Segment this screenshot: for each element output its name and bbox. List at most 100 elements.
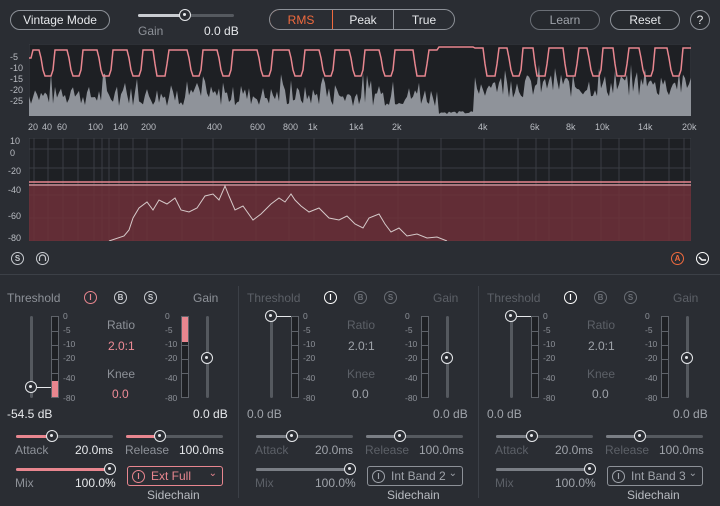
chevron-down-icon: ⌄ [688, 468, 697, 479]
attack-knob[interactable] [526, 430, 538, 442]
learn-button[interactable]: Learn [530, 10, 600, 30]
mode-peak-button[interactable]: Peak [333, 10, 394, 29]
attack-slider[interactable] [496, 430, 593, 442]
mix-knob[interactable] [584, 463, 596, 475]
knee-value[interactable]: 0.0 [592, 387, 609, 401]
band-bypass-icon[interactable]: B [594, 291, 607, 304]
threshold-number: 0.0 [247, 407, 264, 421]
band-gain-knob[interactable] [201, 352, 213, 364]
release-slider[interactable] [606, 430, 703, 442]
band-enable-icon[interactable]: I [324, 291, 337, 304]
attack-slider[interactable] [16, 430, 113, 442]
detection-mode-selector[interactable]: RMS Peak True [269, 9, 455, 30]
meter-scale-tick: -20 [63, 353, 76, 363]
threshold-knob[interactable] [505, 310, 517, 322]
ratio-value[interactable]: 2.0:1 [108, 339, 135, 353]
band-bypass-icon[interactable]: B [114, 291, 127, 304]
release-knob[interactable] [634, 430, 646, 442]
level-tick: -20 [10, 85, 24, 95]
freq-tick: 1k4 [349, 122, 364, 132]
mix-value: 100.0% [75, 476, 116, 490]
gain-slider-fill [138, 14, 185, 17]
curve-mode-icon[interactable] [696, 252, 709, 265]
mix-knob[interactable] [344, 463, 356, 475]
meter-scale-tick: -10 [63, 339, 76, 349]
meter-scale-tick: -20 [405, 353, 418, 363]
auto-listen-icon[interactable]: A [671, 252, 684, 265]
attack-number: 20.0 [555, 443, 579, 457]
knee-value[interactable]: 0.0 [352, 387, 369, 401]
band-bypass-icon[interactable]: B [354, 291, 367, 304]
band-gain-value: 0.0 dB [433, 407, 468, 421]
gain-label: Gain [433, 291, 459, 305]
attack-knob[interactable] [46, 430, 58, 442]
freq-tick: 800 [283, 122, 299, 132]
reset-button[interactable]: Reset [610, 10, 680, 30]
db-tick: -40 [8, 185, 22, 195]
ratio-label: Ratio [587, 318, 616, 332]
attack-value: 20.0ms [315, 443, 353, 457]
release-label: Release [365, 443, 410, 457]
meter-scale-tick: -40 [405, 373, 418, 383]
attack-knob[interactable] [286, 430, 298, 442]
chevron-down-icon: ⌄ [208, 468, 217, 479]
band-enable-icon[interactable]: I [84, 291, 97, 304]
mix-slider[interactable] [256, 463, 356, 475]
ratio-value[interactable]: 2.0:1 [348, 339, 375, 353]
freq-tick: 20 [28, 122, 39, 132]
mix-label: Mix [255, 476, 274, 490]
threshold-slider[interactable] [270, 316, 273, 398]
gain-slider-knob[interactable] [179, 9, 191, 21]
ratio-value[interactable]: 2.0:1 [588, 339, 615, 353]
sidechain-value: Int Band 3 [631, 469, 686, 483]
help-button[interactable]: ? [690, 10, 710, 30]
gain-label: Gain [193, 291, 219, 305]
band-divider [238, 286, 239, 498]
band-solo-icon[interactable]: S [384, 291, 397, 304]
mix-slider[interactable] [16, 463, 116, 475]
loop-icon[interactable] [36, 252, 49, 265]
release-unit: ms [209, 445, 224, 457]
meter-scale-tick: -20 [303, 353, 316, 363]
gain-slider[interactable] [138, 9, 234, 21]
meter-level [52, 381, 58, 397]
mode-rms-button[interactable]: RMS [270, 10, 333, 29]
meter-scale-tick: 0 [63, 311, 68, 321]
sidechain-select[interactable]: I Int Band 3 ⌄ [607, 466, 703, 486]
band-gain-knob[interactable] [681, 352, 693, 364]
release-knob[interactable] [154, 430, 166, 442]
threshold-knob[interactable] [265, 310, 277, 322]
gain-label: Gain [673, 291, 699, 305]
release-slider[interactable] [126, 430, 223, 442]
sidechain-select[interactable]: I Ext Full ⌄ [127, 466, 223, 486]
meter-scale-tick: -10 [165, 339, 178, 349]
release-knob[interactable] [394, 430, 406, 442]
mode-true-button[interactable]: True [394, 10, 454, 29]
attack-slider[interactable] [256, 430, 353, 442]
solo-icon[interactable]: S [11, 252, 24, 265]
meter-scale-tick: -5 [405, 325, 413, 335]
freq-tick: 8k [566, 122, 576, 132]
level-history-graph [29, 44, 691, 116]
vintage-mode-button[interactable]: Vintage Mode [10, 10, 110, 30]
release-slider[interactable] [366, 430, 463, 442]
attack-number: 20.0 [315, 443, 339, 457]
threshold-slider[interactable] [510, 316, 513, 398]
mix-label: Mix [495, 476, 514, 490]
sidechain-icon: I [372, 469, 385, 483]
band-enable-icon[interactable]: I [564, 291, 577, 304]
band-solo-icon[interactable]: S [144, 291, 157, 304]
level-tick: -25 [10, 96, 24, 106]
sidechain-select[interactable]: I Int Band 2 ⌄ [367, 466, 463, 486]
threshold-region [29, 184, 691, 241]
band-gain-knob[interactable] [441, 352, 453, 364]
threshold-knob[interactable] [25, 381, 37, 393]
mix-knob[interactable] [104, 463, 116, 475]
meter-scale-tick: -80 [645, 393, 658, 403]
band-solo-icon[interactable]: S [624, 291, 637, 304]
threshold-label: Threshold [247, 291, 301, 305]
spectrum-graph[interactable] [29, 138, 691, 241]
attack-value: 20.0ms [75, 443, 113, 457]
mix-slider[interactable] [496, 463, 596, 475]
knee-value[interactable]: 0.0 [112, 387, 129, 401]
